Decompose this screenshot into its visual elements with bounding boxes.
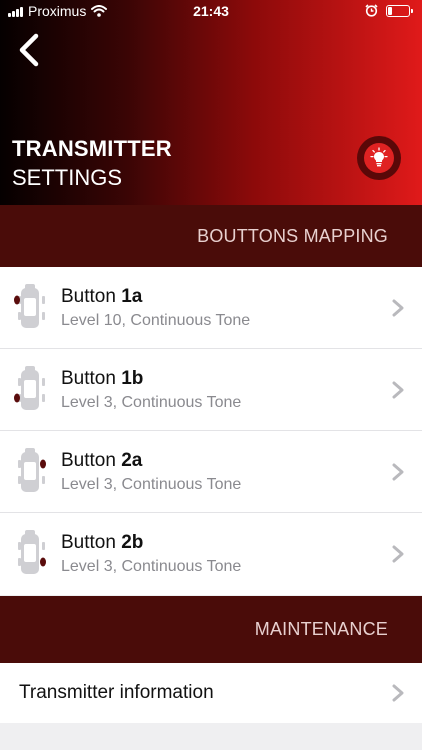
lightbulb-button[interactable] <box>357 136 401 180</box>
list-item-button-1a[interactable]: Button 1a Level 10, Continuous Tone <box>0 267 422 349</box>
back-button[interactable] <box>10 30 50 70</box>
active-button-indicator <box>14 295 20 305</box>
active-button-indicator <box>40 459 46 469</box>
active-button-indicator <box>40 557 46 567</box>
header: Proximus 21:43 TRANSMITTER SETTINGS <box>0 0 422 205</box>
list-item-button-1b[interactable]: Button 1b Level 3, Continuous Tone <box>0 349 422 431</box>
button-title: Button 1b <box>61 368 144 389</box>
alarm-icon <box>365 4 378 17</box>
section-label: BOUTTONS MAPPING <box>197 225 388 246</box>
transmitter-information-label: Transmitter information <box>19 682 214 703</box>
button-detail: Level 3, Continuous Tone <box>61 558 242 575</box>
list-item-transmitter-information[interactable]: Transmitter information <box>0 663 422 723</box>
button-detail: Level 3, Continuous Tone <box>61 476 242 493</box>
page-title-line1: TRANSMITTER <box>12 136 172 161</box>
section-label: MAINTENANCE <box>254 619 388 639</box>
button-title: Button 2b <box>61 532 144 553</box>
status-right <box>365 4 413 17</box>
transmitter-device-icon <box>18 448 46 492</box>
maintenance-list: Transmitter information <box>0 663 422 723</box>
transmitter-device-icon <box>18 530 46 574</box>
list-item-button-2a[interactable]: Button 2a Level 3, Continuous Tone <box>0 431 422 513</box>
button-title: Button 2a <box>61 450 143 471</box>
button-detail: Level 10, Continuous Tone <box>61 312 251 329</box>
chevron-right-icon <box>392 299 404 317</box>
chevron-right-icon <box>392 684 404 702</box>
button-title: Button 1a <box>61 286 143 307</box>
chevron-right-icon <box>392 381 404 399</box>
chevron-left-icon <box>19 33 39 67</box>
chevron-right-icon <box>392 545 404 563</box>
list-item-button-2b[interactable]: Button 2b Level 3, Continuous Tone <box>0 513 422 595</box>
buttons-list: Button 1a Level 10, Continuous Tone Butt… <box>0 267 422 595</box>
battery-icon <box>386 4 413 17</box>
active-button-indicator <box>14 393 20 403</box>
status-time: 21:43 <box>193 3 229 19</box>
status-bar: Proximus 21:43 <box>0 0 422 24</box>
lightbulb-icon <box>364 143 394 173</box>
chevron-right-icon <box>392 463 404 481</box>
section-header-buttons-mapping: BOUTTONS MAPPING <box>0 205 422 267</box>
page-title: TRANSMITTER SETTINGS <box>12 136 172 191</box>
transmitter-device-icon <box>14 284 45 328</box>
page-title-line2: SETTINGS <box>12 165 123 190</box>
transmitter-device-icon <box>14 366 45 410</box>
button-detail: Level 3, Continuous Tone <box>61 394 242 411</box>
section-header-maintenance: MAINTENANCE <box>0 596 422 663</box>
